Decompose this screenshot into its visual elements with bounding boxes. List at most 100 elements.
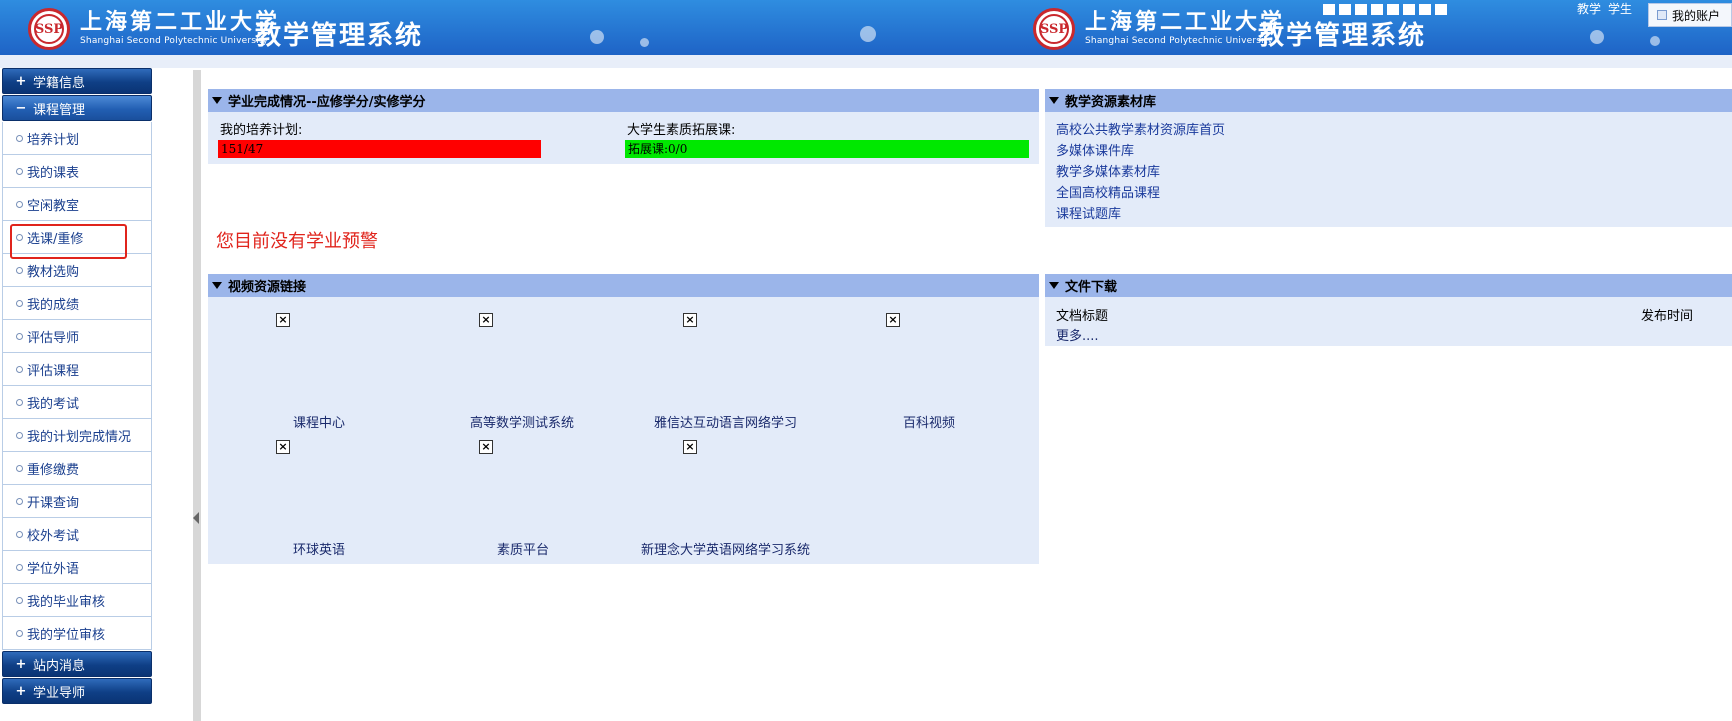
bullet-icon	[16, 266, 23, 274]
video-link-math-test[interactable]: 高等数学测试系统	[470, 412, 574, 431]
broken-image-icon[interactable]: ×	[886, 313, 900, 327]
collapse-triangle-icon	[212, 282, 222, 289]
bullet-icon	[16, 134, 23, 142]
sidebar-item-graduation-review[interactable]: 我的毕业审核	[3, 584, 151, 617]
banner-decoration	[1590, 30, 1604, 44]
sidebar-item-training-plan[interactable]: 培养计划	[3, 122, 151, 155]
quality-course-progress: 拓展课:0/0	[625, 140, 1029, 158]
university-logo-repeat: SSP	[1033, 8, 1075, 50]
banner-decoration	[1650, 36, 1660, 46]
teaching-resources-title: 教学资源素材库	[1065, 95, 1157, 110]
sidebar-item-plan-completion[interactable]: 我的计划完成情况	[3, 419, 151, 452]
university-name: 上海第二工业大学 Shanghai Second Polytechnic Uni…	[80, 9, 280, 47]
resource-link-public-library[interactable]: 高校公共教学素材资源库首页	[1056, 119, 1225, 138]
my-account-label: 我的账户	[1672, 8, 1721, 23]
bullet-icon	[16, 563, 23, 571]
collapse-arrow-icon[interactable]	[193, 512, 199, 524]
video-resources-header[interactable]: 视频资源链接	[208, 274, 1039, 297]
bullet-icon	[16, 332, 23, 340]
more-files-link[interactable]: 更多....	[1056, 325, 1099, 344]
file-download-header[interactable]: 文件下载	[1045, 274, 1732, 297]
sidebar-item-course-selection[interactable]: 选课/重修	[3, 221, 151, 259]
quality-course-label: 大学生素质拓展课:	[627, 123, 736, 138]
broken-image-icon[interactable]: ×	[683, 313, 697, 327]
sidebar-item-external-exam[interactable]: 校外考试	[3, 518, 151, 551]
header-banner: SSP 上海第二工业大学 Shanghai Second Polytechnic…	[0, 0, 1732, 55]
sidebar-splitter[interactable]	[193, 70, 201, 721]
file-download-title: 文件下载	[1065, 280, 1118, 295]
my-account-button[interactable]: 我的账户	[1648, 3, 1732, 27]
university-name-cn: 上海第二工业大学	[80, 9, 281, 35]
file-column-title: 文档标题	[1056, 309, 1109, 324]
video-link-global-english[interactable]: 环球英语	[293, 539, 345, 558]
broken-image-icon[interactable]: ×	[683, 440, 697, 454]
banner-decoration	[640, 38, 649, 47]
bullet-icon	[16, 398, 23, 406]
broken-image-icon[interactable]: ×	[276, 313, 290, 327]
bullet-icon	[16, 365, 23, 373]
sidebar-item-evaluate-advisor[interactable]: 评估导师	[3, 320, 151, 353]
broken-image-icon[interactable]: ×	[479, 313, 493, 327]
bullet-icon	[16, 629, 23, 637]
video-link-course-center[interactable]: 课程中心	[293, 412, 345, 431]
sidebar-item-my-grades[interactable]: 我的成绩	[3, 287, 151, 320]
video-resources-title: 视频资源链接	[228, 280, 307, 295]
menu-group-course-management[interactable]: − 课程管理	[2, 95, 152, 121]
resource-link-quality-courses[interactable]: 全国高校精品课程	[1056, 182, 1160, 201]
resource-link-multimedia-material[interactable]: 教学多媒体素材库	[1056, 161, 1160, 180]
course-submenu: 培养计划 我的课表 空闲教室 选课/重修 教材选购 我的成绩 评估导师 评估课程…	[2, 122, 152, 650]
teaching-resources-panel: 教学资源素材库	[1045, 89, 1732, 227]
broken-image-icon[interactable]: ×	[276, 440, 290, 454]
sidebar: + 学籍信息 − 课程管理 培养计划 我的课表 空闲教室 选课/重修 教材选购 …	[2, 68, 152, 705]
bullet-icon	[16, 233, 23, 241]
menu-group-student-status[interactable]: + 学籍信息	[2, 68, 152, 94]
training-plan-progress: 151/47	[218, 140, 541, 158]
sidebar-item-free-classroom[interactable]: 空闲教室	[3, 188, 151, 221]
banner-stripes	[1323, 4, 1447, 15]
collapse-triangle-icon	[1049, 97, 1059, 104]
video-link-language-learning[interactable]: 雅信达互动语言网络学习	[654, 412, 797, 431]
academic-warning-message: 您目前没有学业预警	[216, 231, 378, 252]
collapse-triangle-icon	[212, 97, 222, 104]
sidebar-item-my-timetable[interactable]: 我的课表	[3, 155, 151, 188]
bullet-icon	[16, 167, 23, 175]
expand-icon: +	[15, 683, 27, 699]
bullet-icon	[16, 497, 23, 505]
menu-group-site-messages[interactable]: + 站内消息	[2, 651, 152, 677]
menu-group-academic-advisor[interactable]: + 学业导师	[2, 678, 152, 704]
top-nav-teaching[interactable]: 教学	[1577, 0, 1601, 18]
file-column-date: 发布时间	[1641, 309, 1694, 324]
top-nav: 教学 学生	[1577, 0, 1632, 18]
expand-icon: +	[15, 73, 27, 89]
broken-image-icon[interactable]: ×	[479, 440, 493, 454]
university-name-en: Shanghai Second Polytechnic University	[80, 36, 269, 46]
account-icon	[1657, 10, 1667, 20]
resource-link-multimedia-courseware[interactable]: 多媒体课件库	[1056, 140, 1134, 159]
sidebar-item-my-exams[interactable]: 我的考试	[3, 386, 151, 419]
teaching-resources-header[interactable]: 教学资源素材库	[1045, 89, 1732, 112]
collapse-triangle-icon	[1049, 282, 1059, 289]
bullet-icon	[16, 200, 23, 208]
bullet-icon	[16, 431, 23, 439]
banner-decoration	[590, 30, 604, 44]
sidebar-item-degree-language[interactable]: 学位外语	[3, 551, 151, 584]
sidebar-item-evaluate-course[interactable]: 评估课程	[3, 353, 151, 386]
bullet-icon	[16, 299, 23, 307]
academic-completion-header[interactable]: 学业完成情况--应修学分/实修学分	[208, 89, 1039, 112]
sidebar-item-textbook-purchase[interactable]: 教材选购	[3, 254, 151, 287]
system-title-repeat: 教学管理系统	[1258, 21, 1427, 51]
banner-decoration	[860, 26, 876, 42]
training-plan-label: 我的培养计划:	[220, 123, 303, 138]
bullet-icon	[16, 530, 23, 538]
system-title: 教学管理系统	[255, 21, 424, 51]
sidebar-item-retake-payment[interactable]: 重修缴费	[3, 452, 151, 485]
video-link-encyclopedia[interactable]: 百科视频	[903, 412, 955, 431]
university-name-repeat: 上海第二工业大学 Shanghai Second Polytechnic Uni…	[1085, 9, 1286, 46]
sidebar-item-course-query[interactable]: 开课查询	[3, 485, 151, 518]
video-link-quality-platform[interactable]: 素质平台	[497, 539, 549, 558]
top-nav-student[interactable]: 学生	[1608, 0, 1632, 18]
sidebar-item-degree-review[interactable]: 我的学位审核	[3, 617, 151, 650]
video-link-new-concept-english[interactable]: 新理念大学英语网络学习系统	[641, 539, 810, 558]
resource-link-question-bank[interactable]: 课程试题库	[1056, 203, 1121, 222]
file-download-panel: 文件下载	[1045, 274, 1732, 346]
